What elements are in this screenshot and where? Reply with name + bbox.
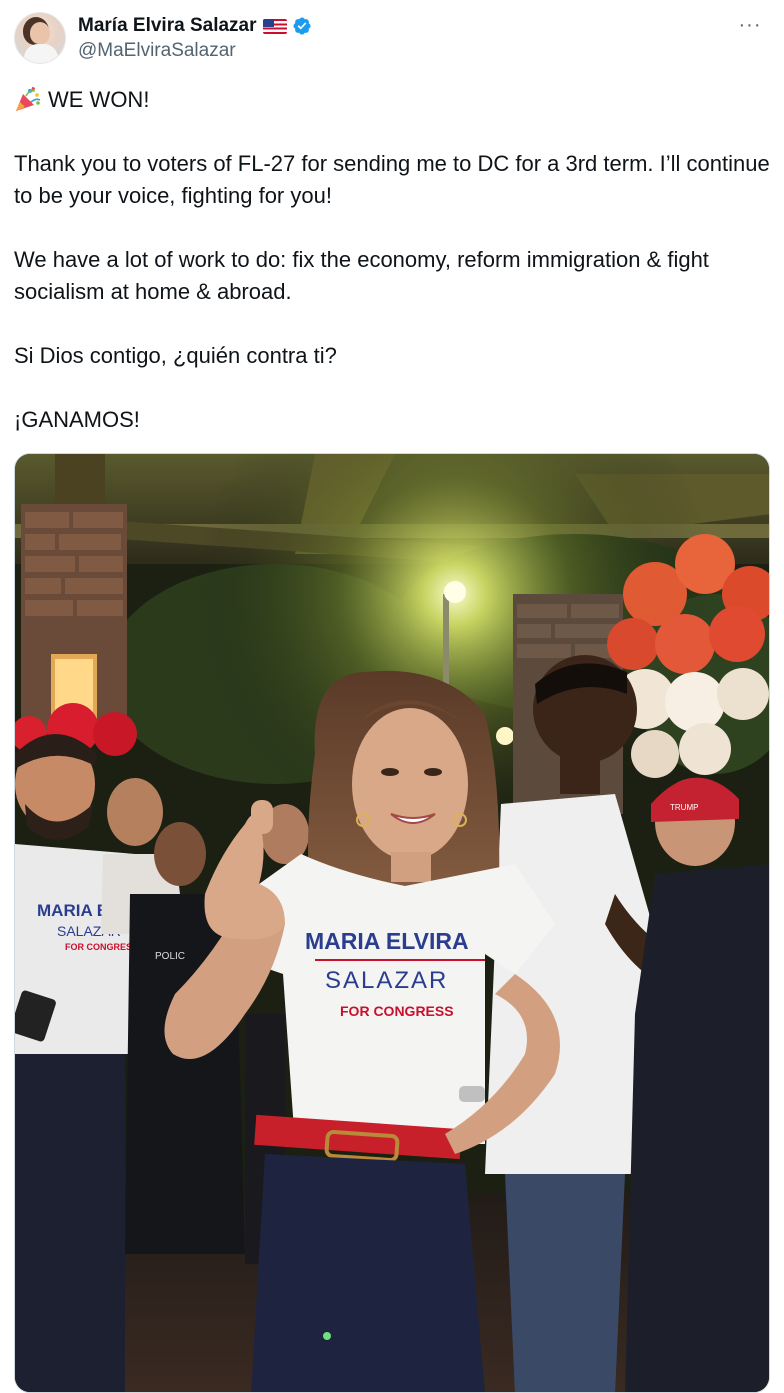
tweet-headline: WE WON!: [48, 87, 150, 112]
verified-badge-icon: [292, 17, 311, 35]
author-names: María Elvira Salazar @MaElviraSalazar: [78, 14, 312, 62]
tweet-paragraph-1: Thank you to voters of FL-27 for sending…: [14, 151, 770, 208]
tweet-card: María Elvira Salazar @MaElviraSalazar ··…: [0, 0, 784, 1393]
red-cap-text: TRUMP: [670, 803, 698, 812]
tweet-photo[interactable]: MARIA ELVIRA SALAZAR FOR CONGRESS POLIC: [14, 453, 770, 1393]
shirt-line-3: FOR CONGRESS: [340, 1003, 454, 1019]
tweet-text: WE WON! Thank you to voters of FL-27 for…: [14, 84, 770, 436]
author-avatar[interactable]: [14, 12, 66, 64]
tweet-line-1: WE WON!: [14, 84, 770, 116]
more-options-icon: ···: [738, 13, 762, 36]
us-flag-icon: [262, 18, 287, 34]
street-lamp: [444, 581, 466, 603]
avatar-shoulders: [24, 44, 58, 63]
avatar-face: [30, 22, 50, 44]
shirt-line-1: MARIA ELVIRA: [305, 928, 469, 954]
tweet-paragraph-3: Si Dios contigo, ¿quién contra ti?: [14, 343, 337, 368]
police-patch: POLIC: [155, 951, 185, 962]
author-display-name[interactable]: María Elvira Salazar: [78, 15, 257, 37]
more-options-button[interactable]: ···: [734, 12, 766, 38]
party-popper-icon: [16, 86, 41, 111]
display-name-row: María Elvira Salazar: [78, 14, 312, 38]
left-shirt-line-3: FOR CONGRESS: [65, 942, 138, 952]
tweet-paragraph-4: ¡GANAMOS!: [14, 407, 140, 432]
tweet-header: María Elvira Salazar @MaElviraSalazar ··…: [14, 12, 770, 68]
author-handle[interactable]: @MaElviraSalazar: [78, 40, 312, 62]
tweet-paragraph-2: We have a lot of work to do: fix the eco…: [14, 247, 709, 304]
shirt-line-2: SALAZAR: [325, 967, 448, 994]
